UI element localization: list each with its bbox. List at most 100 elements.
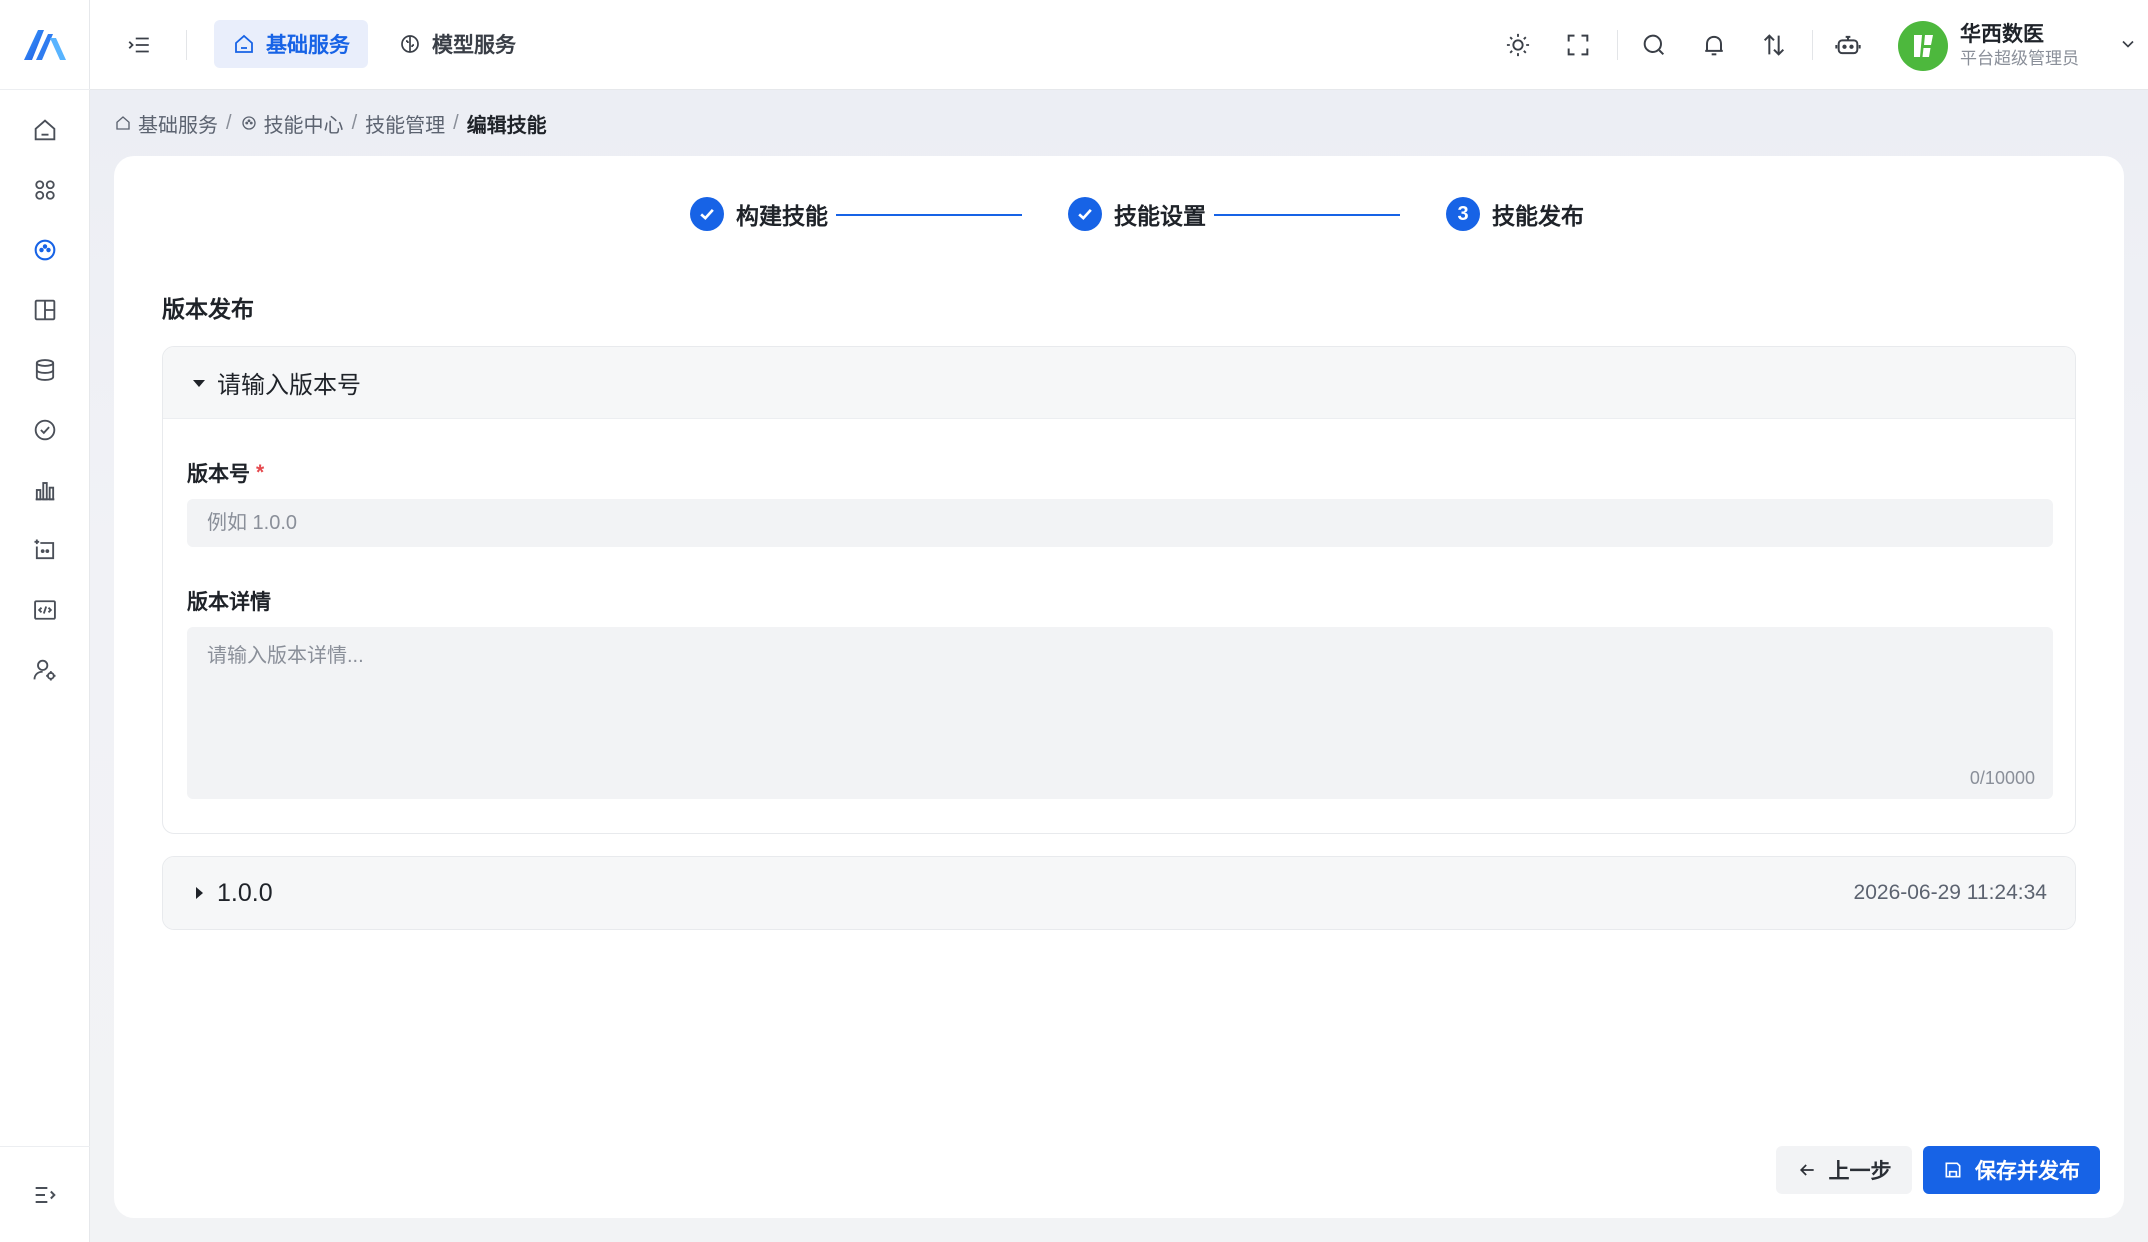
- sidebar-collapse-button[interactable]: [0, 1146, 90, 1242]
- sidebar-item-database[interactable]: [0, 340, 90, 400]
- version-field-label: 版本号 *: [187, 459, 2051, 487]
- edit-skill-card: 构建技能 技能设置 3 技能发布 版本发布 请输入版本号 版本号 * 例如 1.…: [114, 156, 2124, 1218]
- breadcrumb-separator: /: [351, 111, 358, 134]
- button-label: 保存并发布: [1975, 1160, 2080, 1183]
- panel-title: 请输入版本号: [217, 372, 361, 399]
- version-input[interactable]: [187, 499, 2053, 547]
- main-content: 基础服务 / 技能中心 / 技能管理 / 编辑技能 构建技能 技能设置 3 技能…: [90, 90, 2148, 1242]
- sidebar-item-home[interactable]: [0, 100, 90, 160]
- bell-icon: [1705, 35, 1723, 56]
- breadcrumb-label: 技能管理: [365, 114, 446, 137]
- breadcrumb-separator: /: [226, 111, 232, 134]
- detail-textarea-wrapper: 0/10000: [187, 627, 2053, 799]
- fullscreen-icon: [1567, 34, 1589, 56]
- home-icon: [235, 34, 253, 53]
- user-role: 平台超级管理员: [1960, 49, 2079, 68]
- caret-right-icon: [196, 887, 203, 899]
- check-icon: [1078, 208, 1092, 221]
- new-version-panel: 请输入版本号 版本号 * 版本详情 0/10000: [162, 346, 2076, 834]
- save-icon: [1945, 1162, 1961, 1178]
- database-icon: [35, 359, 55, 381]
- top-header: 基础服务 模型服务 华西数医 平台超级管理员: [90, 0, 2148, 90]
- step-skill-settings[interactable]: 技能设置: [1068, 192, 1206, 236]
- brain-icon: [401, 35, 419, 53]
- logo-icon: [24, 29, 66, 60]
- menu-toggle-button[interactable]: [120, 26, 158, 64]
- required-mark: *: [256, 461, 265, 484]
- search-button[interactable]: [1635, 26, 1673, 64]
- breadcrumb-item-skill-center[interactable]: 技能中心: [240, 109, 344, 138]
- step-connector: [836, 214, 1022, 216]
- sidebar-item-user-settings[interactable]: [0, 640, 90, 700]
- breadcrumb-item-skill-management[interactable]: 技能管理: [365, 109, 445, 138]
- new-version-panel-header[interactable]: 请输入版本号: [163, 347, 2075, 419]
- arrow-left-icon: [1799, 1164, 1814, 1176]
- user-name: 华西数医: [1960, 23, 2044, 46]
- stepper: 构建技能 技能设置 3 技能发布: [114, 192, 2124, 236]
- breadcrumb-label: 技能中心: [263, 114, 344, 137]
- sidebar-item-stats[interactable]: [0, 460, 90, 520]
- breadcrumb-item-basic-service[interactable]: 基础服务: [114, 109, 218, 138]
- sidebar-item-code[interactable]: [0, 580, 90, 640]
- transfer-button[interactable]: [1755, 26, 1793, 64]
- skill-icon: [34, 239, 56, 261]
- breadcrumb-label: 基础服务: [138, 114, 218, 137]
- section-title: 版本发布: [162, 296, 254, 322]
- user-settings-icon: [33, 659, 56, 681]
- button-label: 上一步: [1828, 1160, 1892, 1183]
- avatar-logo-icon: [1914, 35, 1933, 57]
- app-logo[interactable]: [0, 0, 90, 90]
- breadcrumb-label: 编辑技能: [466, 114, 547, 137]
- version-label: 版本号: [187, 463, 250, 486]
- step-done-indicator: [1068, 197, 1102, 231]
- header-divider: [1812, 30, 1813, 60]
- sidebar-item-layout[interactable]: [0, 280, 90, 340]
- step-build-skill[interactable]: 构建技能: [690, 192, 828, 236]
- theme-icon: [1506, 33, 1530, 57]
- sidebar-item-skills[interactable]: [0, 220, 90, 280]
- apps-icon: [35, 180, 55, 200]
- user-info: 华西数医 平台超级管理员: [1960, 22, 2079, 70]
- version-number: 1.0.0: [217, 878, 273, 907]
- code-icon: [34, 600, 56, 620]
- avatar: [1898, 21, 1948, 71]
- header-divider: [1617, 30, 1618, 60]
- version-detail-textarea[interactable]: [187, 627, 2053, 799]
- notifications-button[interactable]: [1695, 26, 1733, 64]
- theme-toggle-button[interactable]: [1499, 26, 1537, 64]
- version-item-title: 1.0.0: [191, 879, 273, 908]
- version-history-item: 1.0.0 2026-06-29 11:24:34: [162, 856, 2076, 930]
- sidebar-nav: [0, 100, 90, 700]
- transfer-icon: [1763, 34, 1785, 56]
- sidebar-item-review[interactable]: [0, 400, 90, 460]
- new-version-form: 版本号 * 版本详情 0/10000: [163, 419, 2075, 799]
- assistant-button[interactable]: [1829, 26, 1867, 64]
- tab-label: 模型服务: [432, 34, 516, 57]
- check-circle-icon: [34, 419, 56, 441]
- app-root: 基础服务 模型服务 华西数医 平台超级管理员 基础服务 / 技能中心 / 技能管…: [0, 0, 2148, 1242]
- indent-icon: [128, 37, 149, 53]
- breadcrumb-item-edit-skill: 编辑技能: [467, 109, 547, 138]
- step-done-indicator: [690, 197, 724, 231]
- sidebar-item-apps[interactable]: [0, 160, 90, 220]
- step-connector: [1214, 214, 1400, 216]
- home-icon: [34, 119, 56, 141]
- version-item-header[interactable]: 1.0.0 2026-06-29 11:24:34: [163, 857, 2075, 929]
- previous-step-button[interactable]: 上一步: [1776, 1146, 1912, 1194]
- step-label: 技能发布: [1492, 203, 1584, 229]
- caret-down-icon: [193, 379, 205, 387]
- fullscreen-button[interactable]: [1559, 26, 1597, 64]
- header-divider: [186, 30, 187, 60]
- step-skill-publish[interactable]: 3 技能发布: [1446, 192, 1584, 236]
- save-and-publish-button[interactable]: 保存并发布: [1923, 1146, 2100, 1194]
- step-number: 3: [1446, 197, 1480, 231]
- char-counter: 0/10000: [1969, 768, 2035, 788]
- tab-model-service[interactable]: 模型服务: [380, 20, 534, 68]
- user-menu[interactable]: 华西数医 平台超级管理员: [1898, 18, 2138, 74]
- skill-icon: [241, 116, 256, 130]
- sidebar-item-agent[interactable]: [0, 520, 90, 580]
- search-icon: [1643, 34, 1665, 56]
- tab-basic-service[interactable]: 基础服务: [214, 20, 368, 68]
- sidebar: [0, 0, 90, 1242]
- version-timestamp: 2026-06-29 11:24:34: [1853, 881, 2047, 904]
